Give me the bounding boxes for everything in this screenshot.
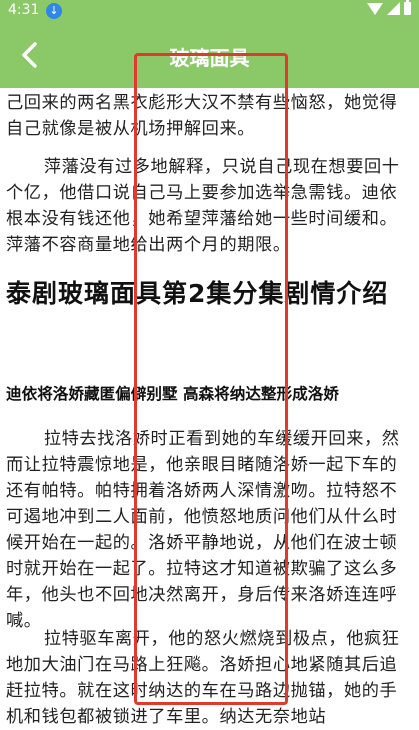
status-time: 4:31	[8, 2, 40, 18]
status-icons	[367, 0, 411, 15]
download-icon: ↓	[46, 3, 62, 19]
status-bar: 4:31 ↓	[0, 0, 419, 22]
battery-icon	[404, 0, 411, 15]
article-paragraph: 己回来的两名黑衣彪形大汉不禁有些恼怒，她觉得自己就像是被从机场押解回来。	[6, 93, 398, 139]
article-paragraph: 萍藩没有过多地解释，只说自己现在想要回十个亿，他借口说自己马上要参加选举急需钱。…	[6, 157, 400, 255]
article-paragraph: 拉特去找洛娇时正看到她的车缓缓开回来，然而让拉特震惊地是，他亲眼目睹随洛娇一起下…	[6, 429, 400, 631]
app-bar: 玻璃面具	[0, 22, 419, 88]
wifi-icon	[367, 2, 383, 15]
article-paragraph: 拉特驱车离开，他的怒火燃烧到极点，他疯狂地加大油门在马路上狂飚。洛娇担心地紧随其…	[6, 629, 400, 727]
section-heading: 泰剧玻璃面具第2集分集剧情介绍	[6, 279, 389, 308]
page-title: 玻璃面具	[169, 46, 250, 70]
section-subheading: 迪依将洛娇藏匿偏僻别墅 高森将纳达整形成洛娇	[6, 385, 339, 403]
signal-icon	[387, 2, 400, 15]
